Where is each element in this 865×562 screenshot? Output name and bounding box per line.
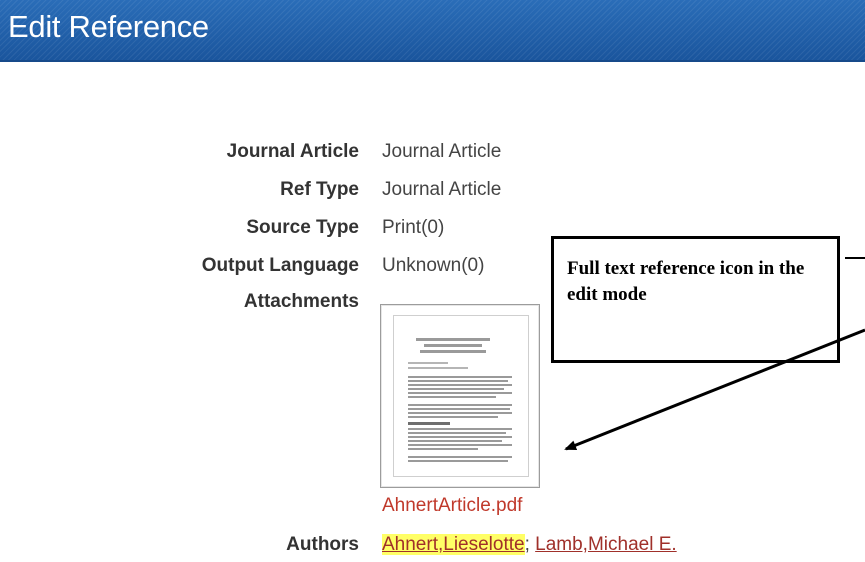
document-page-preview	[393, 315, 529, 477]
authors-value: Ahnert,Lieselotte; Lamb,Michael E.	[382, 531, 677, 559]
page-header: Edit Reference	[0, 0, 865, 62]
annotation-callout-text: Full text reference icon in the edit mod…	[567, 258, 805, 305]
field-label: Journal Article	[226, 141, 359, 162]
field-value: Journal Article	[382, 179, 502, 200]
author-link[interactable]: Ahnert,Lieselotte	[382, 534, 525, 555]
pdf-document-thumbnail-icon[interactable]	[380, 304, 540, 488]
authors-label: Authors	[286, 534, 359, 555]
page-title: Edit Reference	[8, 9, 209, 44]
field-label: Ref Type	[280, 179, 359, 200]
edit-reference-page: Edit Reference Journal Article Journal A…	[0, 0, 865, 562]
field-value: Print(0)	[382, 217, 445, 238]
field-label: Output Language	[201, 255, 359, 276]
attachment-file-link[interactable]: AhnertArticle.pdf	[382, 492, 522, 520]
field-value: Journal Article	[382, 141, 502, 162]
author-link[interactable]: Lamb,Michael E.	[535, 534, 677, 555]
document-text-lines	[408, 338, 512, 462]
author-separator: ;	[524, 534, 530, 555]
annotation-callout-box: Full text reference icon in the edit mod…	[551, 236, 840, 363]
attachments-label: Attachments	[243, 291, 359, 312]
field-label: Source Type	[246, 217, 359, 238]
field-value: Unknown(0)	[382, 255, 485, 276]
